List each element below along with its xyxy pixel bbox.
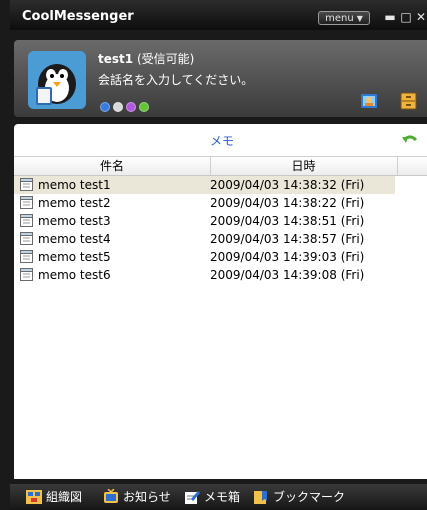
memo-note-icon	[20, 214, 33, 227]
messenger-window: CoolMessenger menu ▼ ▬ □ ✕ test1 (受信可能) 会…	[0, 0, 427, 510]
memo-date: 2009/04/03 14:38:57 (Fri)	[210, 232, 365, 246]
memo-panel: メモ 件名 日時 memo test1 2009/04/03 14:38:32 …	[14, 124, 427, 479]
user-status: (受信可能)	[136, 52, 195, 66]
memo-row[interactable]: memo test6 2009/04/03 14:39:08 (Fri)	[14, 266, 395, 284]
memo-box-label: メモ箱	[204, 490, 241, 504]
memo-name: memo test2	[38, 196, 111, 210]
user-name-line[interactable]: test1 (受信可能)	[98, 50, 194, 67]
gray-status-dot[interactable]	[113, 102, 123, 112]
memo-row[interactable]: memo test5 2009/04/03 14:39:03 (Fri)	[14, 248, 395, 266]
memo-note-icon	[20, 196, 33, 209]
address-book-icon[interactable]	[360, 92, 378, 109]
notice-label: お知らせ	[123, 490, 171, 504]
memo-date: 2009/04/03 14:38:22 (Fri)	[210, 196, 365, 210]
memo-box-button[interactable]: メモ箱	[184, 488, 252, 506]
minimize-icon[interactable]: ▬	[383, 10, 397, 24]
memo-name: memo test1	[38, 178, 111, 192]
memo-note-icon	[20, 250, 33, 263]
column-header-datetime[interactable]: 日時	[210, 157, 398, 175]
memo-name: memo test4	[38, 232, 111, 246]
status-message[interactable]: 会話名を入力してください。	[98, 71, 253, 88]
bookmark-label: ブックマーク	[273, 490, 346, 504]
memo-row[interactable]: memo test3 2009/04/03 14:38:51 (Fri)	[14, 212, 395, 230]
memo-date: 2009/04/03 14:39:03 (Fri)	[210, 250, 365, 264]
app-title: CoolMessenger	[22, 9, 134, 24]
memo-name: memo test5	[38, 250, 111, 264]
blue-status-dot[interactable]	[100, 102, 110, 112]
user-name: test1	[98, 52, 134, 66]
bookmark-icon	[254, 491, 267, 504]
memo-list: memo test1 2009/04/03 14:38:32 (Fri) mem…	[14, 176, 427, 284]
memo-row[interactable]: memo test2 2009/04/03 14:38:22 (Fri)	[14, 194, 395, 212]
org-chart-label: 組織図	[46, 490, 83, 504]
notice-button[interactable]: お知らせ	[103, 488, 183, 506]
bottom-bar: 組織図 お知らせ メモ箱 ブックマーク	[10, 484, 427, 510]
profile-panel: test1 (受信可能) 会話名を入力してください。	[14, 40, 427, 117]
memo-date: 2009/04/03 14:38:32 (Fri)	[210, 178, 365, 192]
tv-notice-icon	[104, 489, 118, 503]
memo-note-icon	[20, 232, 33, 245]
column-header-subject[interactable]: 件名	[14, 157, 211, 175]
org-chart-icon	[26, 490, 42, 504]
title-bar[interactable]: CoolMessenger menu ▼ ▬ □ ✕	[10, 0, 427, 30]
chevron-down-icon: ▼	[356, 14, 363, 23]
memo-date: 2009/04/03 14:39:08 (Fri)	[210, 268, 365, 282]
memo-row[interactable]: memo test1 2009/04/03 14:38:32 (Fri)	[14, 176, 395, 194]
avatar[interactable]	[28, 51, 86, 109]
memo-header: メモ	[14, 128, 427, 150]
column-header: 件名 日時	[14, 156, 427, 176]
green-status-dot[interactable]	[139, 102, 149, 112]
close-icon[interactable]: ✕	[414, 10, 427, 24]
maximize-icon[interactable]: □	[399, 10, 413, 24]
memo-date: 2009/04/03 14:38:51 (Fri)	[210, 214, 365, 228]
status-dots	[100, 97, 152, 112]
file-cabinet-icon[interactable]	[400, 92, 417, 110]
bookmark-button[interactable]: ブックマーク	[253, 488, 353, 506]
memo-note-icon	[20, 268, 33, 281]
memo-name: memo test6	[38, 268, 111, 282]
org-chart-button[interactable]: 組織図	[26, 488, 92, 506]
memo-pencil-icon	[185, 491, 200, 504]
menu-button[interactable]: menu ▼	[318, 11, 370, 25]
memo-note-icon	[20, 178, 33, 191]
purple-status-dot[interactable]	[126, 102, 136, 112]
memo-name: memo test3	[38, 214, 111, 228]
penguin-avatar-icon	[28, 51, 86, 109]
back-arrow-icon[interactable]	[402, 134, 418, 146]
memo-title: メモ	[210, 134, 235, 148]
menu-button-label: menu	[325, 13, 354, 24]
memo-row[interactable]: memo test4 2009/04/03 14:38:57 (Fri)	[14, 230, 395, 248]
